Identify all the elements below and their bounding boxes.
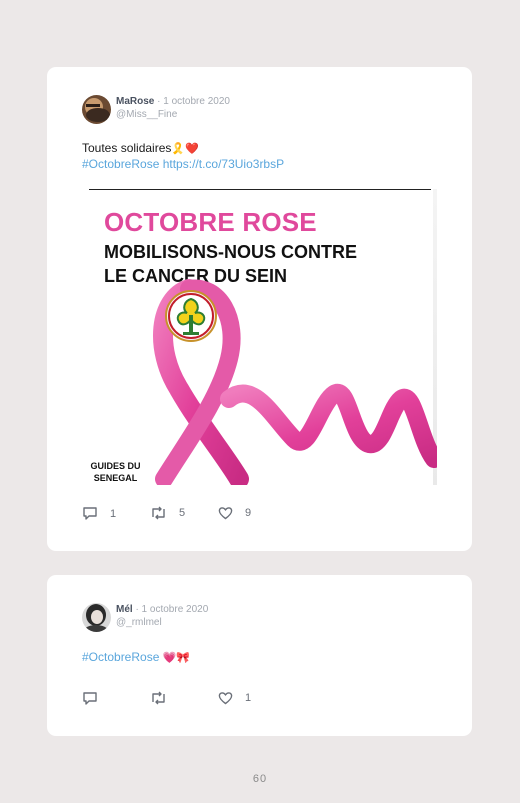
like-button[interactable]: 9 bbox=[218, 506, 251, 520]
like-button[interactable]: 1 bbox=[218, 691, 251, 705]
user-handle[interactable]: @Miss__Fine bbox=[116, 109, 177, 120]
retweet-count: 5 bbox=[179, 507, 186, 519]
username[interactable]: Mél bbox=[116, 604, 133, 615]
avatar[interactable] bbox=[82, 603, 111, 632]
org-label: GUIDES DU SENEGAL bbox=[89, 460, 142, 484]
tweet-actions: 1 5 9 bbox=[82, 506, 442, 522]
reply-count: 1 bbox=[110, 507, 117, 520]
tweet-header: Mél · 1 octobre 2020 bbox=[116, 604, 208, 616]
tweet-image[interactable]: OCTOBRE ROSE MOBILISONS-NOUS CONTRE LE C… bbox=[89, 189, 437, 485]
tweet-header: MaRose · 1 octobre 2020 bbox=[116, 96, 230, 108]
like-count: 9 bbox=[245, 507, 252, 519]
heart-bow-emoji: 💗🎀 bbox=[162, 652, 191, 664]
heart-icon bbox=[218, 692, 233, 705]
tweet-text: Toutes solidaires🎗️❤️ bbox=[82, 140, 199, 157]
org-label-line-2: SENEGAL bbox=[93, 473, 138, 483]
retweet-button[interactable] bbox=[150, 691, 167, 705]
tweet-text-line: Toutes solidaires bbox=[82, 141, 172, 155]
tweet-card-2: Mél · 1 octobre 2020 @_rmlmel #OctobreRo… bbox=[47, 575, 472, 736]
url-link[interactable]: https://t.co/73Uio3rbsP bbox=[163, 157, 284, 171]
avatar[interactable] bbox=[82, 95, 111, 124]
hashtag-link[interactable]: #OctobreRose bbox=[82, 157, 159, 171]
tweet-actions: 1 bbox=[82, 691, 442, 707]
tweet-text: #OctobreRose 💗🎀 bbox=[82, 649, 190, 666]
reply-button[interactable] bbox=[82, 691, 98, 706]
tweet-links: #OctobreRose https://t.co/73Uio3rbsP bbox=[82, 156, 284, 172]
retweet-icon bbox=[152, 506, 165, 520]
pink-ribbon-graphic bbox=[153, 279, 437, 485]
retweet-icon bbox=[152, 691, 165, 705]
user-handle[interactable]: @_rmlmel bbox=[116, 617, 162, 628]
ribbon-heart-emoji: 🎗️❤️ bbox=[171, 143, 199, 155]
heart-icon bbox=[218, 507, 233, 520]
reply-button[interactable]: 1 bbox=[82, 506, 116, 521]
page-number: 60 bbox=[252, 773, 268, 785]
tweet-date[interactable]: · 1 octobre 2020 bbox=[157, 96, 230, 107]
username[interactable]: MaRose bbox=[116, 96, 154, 107]
reply-icon bbox=[83, 507, 97, 520]
org-label-line-1: GUIDES DU bbox=[90, 461, 141, 471]
tweet-date[interactable]: · 1 octobre 2020 bbox=[135, 604, 208, 615]
retweet-button[interactable]: 5 bbox=[150, 506, 185, 520]
tweet-card-1: MaRose · 1 octobre 2020 @Miss__Fine Tout… bbox=[47, 67, 472, 551]
hashtag-link[interactable]: #OctobreRose bbox=[82, 650, 159, 664]
like-count: 1 bbox=[245, 692, 252, 704]
reply-icon bbox=[83, 692, 97, 705]
